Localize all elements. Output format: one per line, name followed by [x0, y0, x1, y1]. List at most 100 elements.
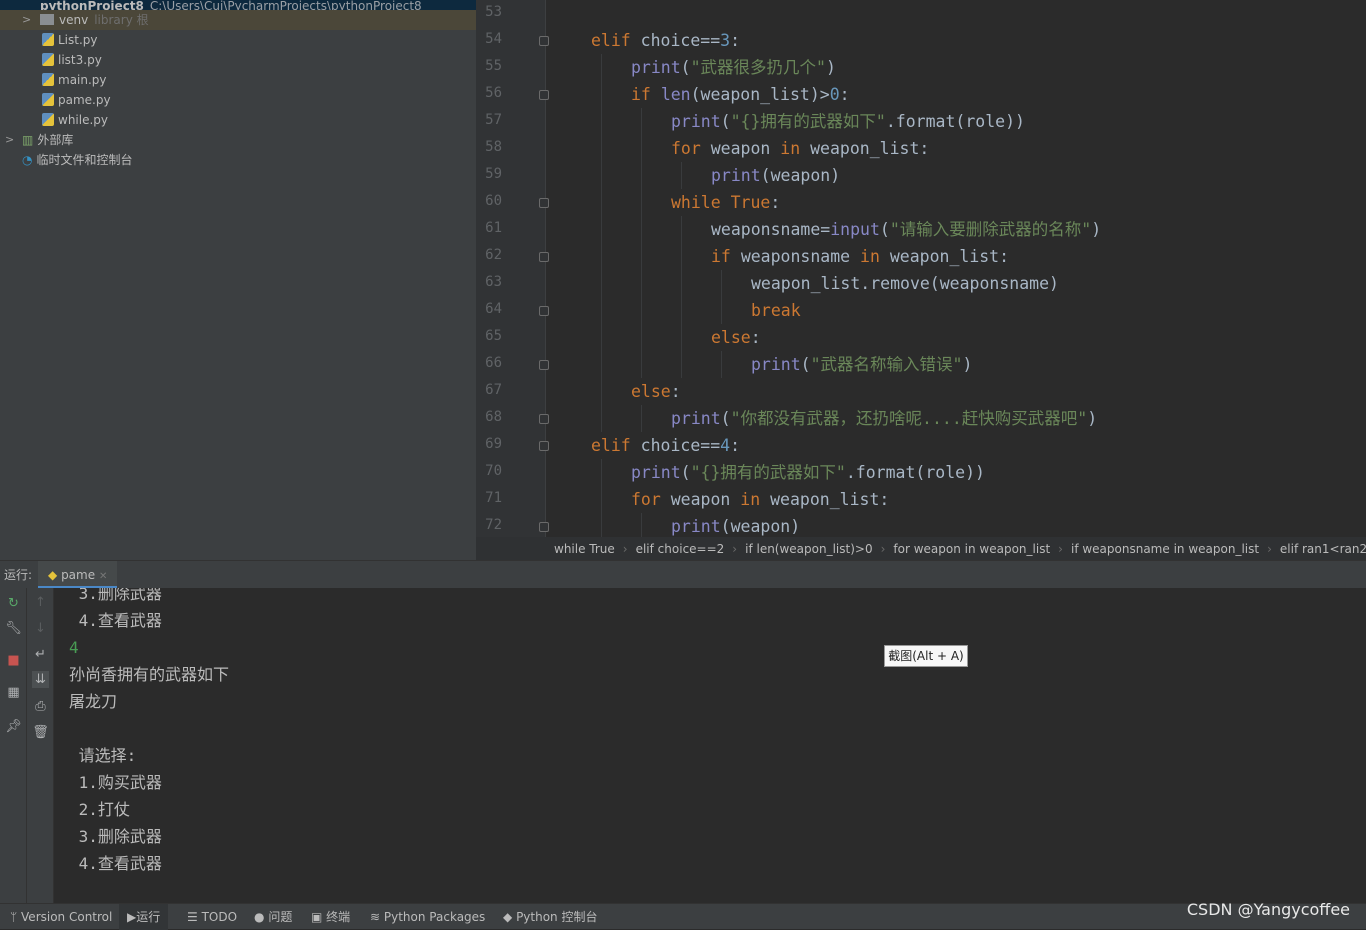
label: 问题: [268, 910, 293, 924]
code-token: print: [751, 355, 801, 374]
python-packages-button[interactable]: ≋ Python Packages: [370, 904, 485, 930]
breadcrumb-item[interactable]: elif choice==2: [636, 542, 725, 556]
code-token: in: [860, 247, 890, 266]
breadcrumb-item[interactable]: if len(weapon_list)>0: [745, 542, 873, 556]
indent-guide: [721, 297, 722, 324]
breadcrumb-item[interactable]: if weaponsname in weapon_list: [1071, 542, 1259, 556]
down-arrow-icon[interactable]: ↓: [32, 620, 49, 637]
file-name: main.py: [58, 73, 107, 87]
code-token: (weapon): [720, 517, 801, 536]
code-line[interactable]: while True:: [671, 189, 780, 216]
tree-file[interactable]: pame.py: [42, 90, 111, 110]
code-token: print: [671, 517, 721, 536]
version-control-button[interactable]: ᛘ Version Control: [10, 904, 112, 930]
todo-button[interactable]: ☰ TODO: [187, 904, 237, 930]
code-line[interactable]: print("武器名称输入错误"): [751, 351, 972, 378]
indent-guide: [641, 270, 642, 297]
code-line[interactable]: if weaponsname in weapon_list:: [711, 243, 1009, 270]
tree-file[interactable]: main.py: [42, 70, 107, 90]
code-line[interactable]: weapon_list.remove(weaponsname): [751, 270, 1059, 297]
line-number: 71: [485, 490, 502, 506]
chevron-right-icon: ›: [622, 542, 628, 556]
code-editor[interactable]: 53 54 55 56 57 58 59 60 61 62 63 64 65 66 67 68 69 70 71 72…: [476, 0, 1366, 537]
code-token: print: [631, 58, 681, 77]
line-number: 66: [485, 355, 502, 371]
breadcrumb: while True › elif choice==2 › if len(weapon_…: [476, 537, 1366, 561]
wrench-icon[interactable]: 🔧︎: [5, 620, 22, 637]
chevron-right-icon[interactable]: >: [22, 10, 31, 30]
python-console-button[interactable]: ◆ Python 控制台: [503, 904, 597, 930]
fold-marker-icon[interactable]: [539, 252, 549, 262]
code-line[interactable]: print(weapon): [671, 513, 800, 537]
code-line[interactable]: elif choice==3:: [591, 27, 740, 54]
up-arrow-icon[interactable]: ↑: [32, 594, 49, 611]
code-line[interactable]: else:: [631, 378, 681, 405]
rerun-icon[interactable]: ↻: [5, 595, 22, 612]
line-number: 67: [485, 382, 502, 398]
code-line[interactable]: print("{}拥有的武器如下".format(role)): [631, 459, 985, 486]
code-line[interactable]: print("{}拥有的武器如下".format(role)): [671, 108, 1025, 135]
fold-marker-icon[interactable]: [539, 306, 549, 316]
pin-icon[interactable]: 📌︎: [5, 718, 22, 735]
fold-marker-icon[interactable]: [539, 441, 549, 451]
fold-marker-icon[interactable]: [539, 522, 549, 532]
indent-guide: [601, 486, 602, 513]
tab-pame[interactable]: ◆ pame ✕: [38, 561, 118, 589]
terminal-button[interactable]: ▣ 终端: [311, 904, 350, 930]
code-line[interactable]: print("武器很多扔几个"): [631, 54, 836, 81]
problems-button[interactable]: ● 问题: [254, 904, 292, 930]
code-line[interactable]: break: [751, 297, 801, 324]
close-icon[interactable]: ✕: [99, 571, 107, 582]
tree-external-libs[interactable]: > ▥ 外部库: [0, 130, 73, 150]
indent-guide: [601, 324, 602, 351]
code-token: ): [1087, 409, 1098, 428]
line-number: 54: [485, 31, 502, 47]
console-output-line: 2.打仗: [69, 800, 130, 819]
tree-file[interactable]: list3.py: [42, 50, 102, 70]
trash-icon[interactable]: 🗑︎: [32, 724, 49, 741]
layout-icon[interactable]: ▦: [5, 684, 22, 701]
code-line[interactable]: if len(weapon_list)>0:: [631, 81, 850, 108]
line-number: 64: [485, 301, 502, 317]
code-token: "{}拥有的武器如下": [730, 112, 886, 131]
fold-marker-icon[interactable]: [539, 198, 549, 208]
tree-file[interactable]: List.py: [42, 30, 98, 50]
breadcrumb-item[interactable]: while True: [554, 542, 615, 556]
breadcrumb-item[interactable]: for weapon in weapon_list: [893, 542, 1050, 556]
fold-marker-icon[interactable]: [539, 36, 549, 46]
line-number: 60: [485, 193, 502, 209]
tree-root[interactable]: pythonProject8 C:\Users\Cui\PycharmProjec…: [0, 0, 476, 13]
breadcrumb-item[interactable]: elif ran1<ran2: [1280, 542, 1366, 556]
console-output-line: 3.删除武器: [69, 588, 162, 603]
code-line[interactable]: print("你都没有武器，还扔啥呢....赶快购买武器吧"): [671, 405, 1097, 432]
code-line[interactable]: elif choice==4:: [591, 432, 740, 459]
code-line[interactable]: for weapon in weapon_list:: [631, 486, 889, 513]
run-console-output[interactable]: 3.删除武器 4.查看武器 4 孙尚香拥有的武器如下 屠龙刀 请选择: 1.购买武器 …: [54, 588, 1366, 903]
code-line[interactable]: for weapon in weapon_list:: [671, 135, 929, 162]
tree-scratches[interactable]: ◔ 临时文件和控制台: [0, 150, 133, 170]
tree-venv[interactable]: > venv library 根: [0, 10, 476, 30]
indent-guide: [681, 162, 682, 189]
code-line[interactable]: weaponsname=input("请输入要删除武器的名称"): [711, 216, 1101, 243]
code-line[interactable]: else:: [711, 324, 761, 351]
indent-guide: [601, 54, 602, 81]
run-button[interactable]: ▶运行: [119, 904, 169, 930]
code-token: weapon: [710, 139, 781, 158]
scroll-to-end-icon[interactable]: ⇊: [32, 671, 49, 688]
print-icon[interactable]: ⎙: [32, 698, 49, 715]
code-token: weaponsname=: [711, 220, 831, 239]
stop-icon[interactable]: ■: [5, 652, 22, 669]
tree-file[interactable]: while.py: [42, 110, 108, 130]
line-number: 58: [485, 139, 502, 155]
fold-marker-icon[interactable]: [539, 414, 549, 424]
list-icon: ☰: [187, 910, 198, 924]
code-line[interactable]: print(weapon): [711, 162, 840, 189]
code-token: (: [720, 112, 731, 131]
tab-label: pame: [61, 568, 96, 582]
soft-wrap-icon[interactable]: ↵: [32, 646, 49, 663]
code-token: while True: [671, 193, 771, 212]
fold-marker-icon[interactable]: [539, 90, 549, 100]
fold-marker-icon[interactable]: [539, 360, 549, 370]
line-number: 69: [485, 436, 502, 452]
chevron-right-icon[interactable]: >: [5, 130, 14, 150]
